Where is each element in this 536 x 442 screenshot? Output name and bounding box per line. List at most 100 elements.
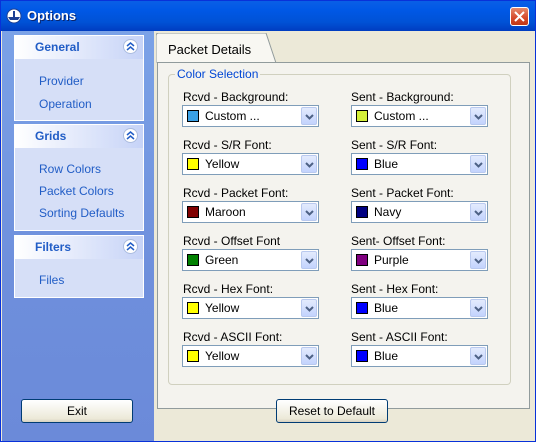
rcvd-packet-font-select[interactable]: Maroon: [182, 201, 319, 223]
dropdown-button[interactable]: [301, 299, 317, 317]
rcvd-sr-font-label: Rcvd - S/R Font:: [183, 138, 272, 152]
sent-hex-font-value: Blue: [374, 301, 399, 315]
sent-hex-font-select[interactable]: Blue: [351, 297, 488, 319]
sent-hex-font-label: Sent - Hex Font:: [351, 282, 439, 296]
rcvd-hex-font-value: Yellow: [205, 301, 240, 315]
color-swatch: [356, 302, 368, 314]
sent-background-value: Custom ...: [374, 109, 429, 123]
rcvd-ascii-font-label: Rcvd - ASCII Font:: [183, 330, 283, 344]
color-swatch: [187, 350, 199, 362]
group-filters-header[interactable]: Filters: [15, 236, 143, 259]
tab-label: Packet Details: [168, 42, 252, 57]
rcvd-offset-font-value: Green: [205, 253, 239, 267]
color-swatch: [187, 110, 199, 122]
title-bar[interactable]: Options: [1, 1, 535, 31]
sent-background-select[interactable]: Custom ...: [351, 105, 488, 127]
chevron-down-icon: [305, 258, 314, 264]
group-general-title: General: [35, 40, 80, 54]
rcvd-background-select[interactable]: Custom ...: [182, 105, 319, 127]
dropdown-button[interactable]: [470, 299, 486, 317]
collapse-filters-button[interactable]: [123, 239, 138, 254]
sidebar-item-files[interactable]: Files: [39, 273, 64, 287]
tab-strip: Packet Details: [154, 31, 535, 64]
packet-details-page: Color Selection Rcvd - Background: Custo…: [157, 62, 530, 423]
group-general: General Provider Operation: [14, 35, 144, 121]
dropdown-button[interactable]: [301, 155, 317, 173]
rcvd-packet-font-value: Maroon: [205, 205, 246, 219]
sidebar-item-packet-colors[interactable]: Packet Colors: [39, 184, 114, 198]
dropdown-button[interactable]: [301, 347, 317, 365]
color-swatch: [187, 158, 199, 170]
sent-ascii-font-value: Blue: [374, 349, 399, 363]
chevron-down-icon: [305, 210, 314, 216]
rcvd-background-value: Custom ...: [205, 109, 260, 123]
collapse-grids-button[interactable]: [123, 128, 138, 143]
color-swatch: [187, 302, 199, 314]
rcvd-hex-font-label: Rcvd - Hex Font:: [183, 282, 274, 296]
double-chevron-up-icon: [126, 242, 135, 251]
color-swatch: [356, 158, 368, 170]
chevron-down-icon: [474, 306, 483, 312]
color-swatch: [356, 350, 368, 362]
sent-packet-font-select[interactable]: Navy: [351, 201, 488, 223]
sidebar-item-provider[interactable]: Provider: [39, 74, 84, 88]
rcvd-ascii-font-select[interactable]: Yellow: [182, 345, 319, 367]
collapse-general-button[interactable]: [123, 39, 138, 54]
reset-to-default-button[interactable]: Reset to Default: [276, 399, 388, 423]
chevron-down-icon: [305, 354, 314, 360]
exit-button[interactable]: Exit: [21, 399, 133, 423]
rcvd-offset-font-select[interactable]: Green: [182, 249, 319, 271]
rcvd-hex-font-select[interactable]: Yellow: [182, 297, 319, 319]
dropdown-button[interactable]: [470, 251, 486, 269]
color-swatch: [356, 254, 368, 266]
chevron-down-icon: [474, 210, 483, 216]
color-swatch: [187, 254, 199, 266]
close-button[interactable]: [510, 7, 529, 26]
dropdown-button[interactable]: [301, 251, 317, 269]
dropdown-button[interactable]: [470, 203, 486, 221]
sent-offset-font-value: Purple: [374, 253, 409, 267]
dropdown-button[interactable]: [470, 347, 486, 365]
chevron-down-icon: [305, 114, 314, 120]
color-selection-legend: Color Selection: [175, 67, 261, 81]
group-grids-header[interactable]: Grids: [15, 125, 143, 148]
chevron-down-icon: [474, 162, 483, 168]
window-title: Options: [27, 8, 77, 23]
sent-offset-font-select[interactable]: Purple: [351, 249, 488, 271]
main-panel: Packet Details Color Selection Rcvd - Ba…: [154, 31, 535, 441]
chevron-down-icon: [474, 114, 483, 120]
dropdown-button[interactable]: [470, 107, 486, 125]
group-general-header[interactable]: General: [15, 36, 143, 59]
rcvd-offset-font-label: Rcvd - Offset Font: [183, 234, 281, 248]
tab-packet-details[interactable]: Packet Details: [156, 33, 277, 64]
dropdown-button[interactable]: [470, 155, 486, 173]
sent-packet-font-label: Sent - Packet Font:: [351, 186, 454, 200]
rcvd-sr-font-select[interactable]: Yellow: [182, 153, 319, 175]
app-icon: [6, 8, 22, 24]
group-filters: Filters Files: [14, 235, 144, 298]
sidebar-item-sorting-defaults[interactable]: Sorting Defaults: [39, 206, 124, 220]
sidebar-item-row-colors[interactable]: Row Colors: [39, 162, 101, 176]
sent-ascii-font-label: Sent - ASCII Font:: [351, 330, 448, 344]
close-icon: [514, 11, 525, 22]
double-chevron-up-icon: [126, 42, 135, 51]
color-swatch: [187, 206, 199, 218]
sent-offset-font-label: Sent- Offset Font:: [351, 234, 446, 248]
sidebar-item-operation[interactable]: Operation: [39, 97, 92, 111]
sent-sr-font-select[interactable]: Blue: [351, 153, 488, 175]
sent-sr-font-value: Blue: [374, 157, 399, 171]
color-selection-group: Color Selection Rcvd - Background: Custo…: [168, 67, 511, 385]
sidebar: General Provider Operation Grids Row Col…: [2, 31, 154, 441]
sent-ascii-font-select[interactable]: Blue: [351, 345, 488, 367]
color-swatch: [356, 206, 368, 218]
rcvd-ascii-font-value: Yellow: [205, 349, 240, 363]
dropdown-button[interactable]: [301, 107, 317, 125]
chevron-down-icon: [305, 306, 314, 312]
sent-sr-font-label: Sent - S/R Font:: [351, 138, 438, 152]
group-grids: Grids Row Colors Packet Colors Sorting D…: [14, 124, 144, 231]
group-filters-title: Filters: [35, 240, 72, 254]
sent-packet-font-value: Navy: [374, 205, 402, 219]
double-chevron-up-icon: [126, 131, 135, 140]
group-grids-title: Grids: [35, 129, 67, 143]
dropdown-button[interactable]: [301, 203, 317, 221]
